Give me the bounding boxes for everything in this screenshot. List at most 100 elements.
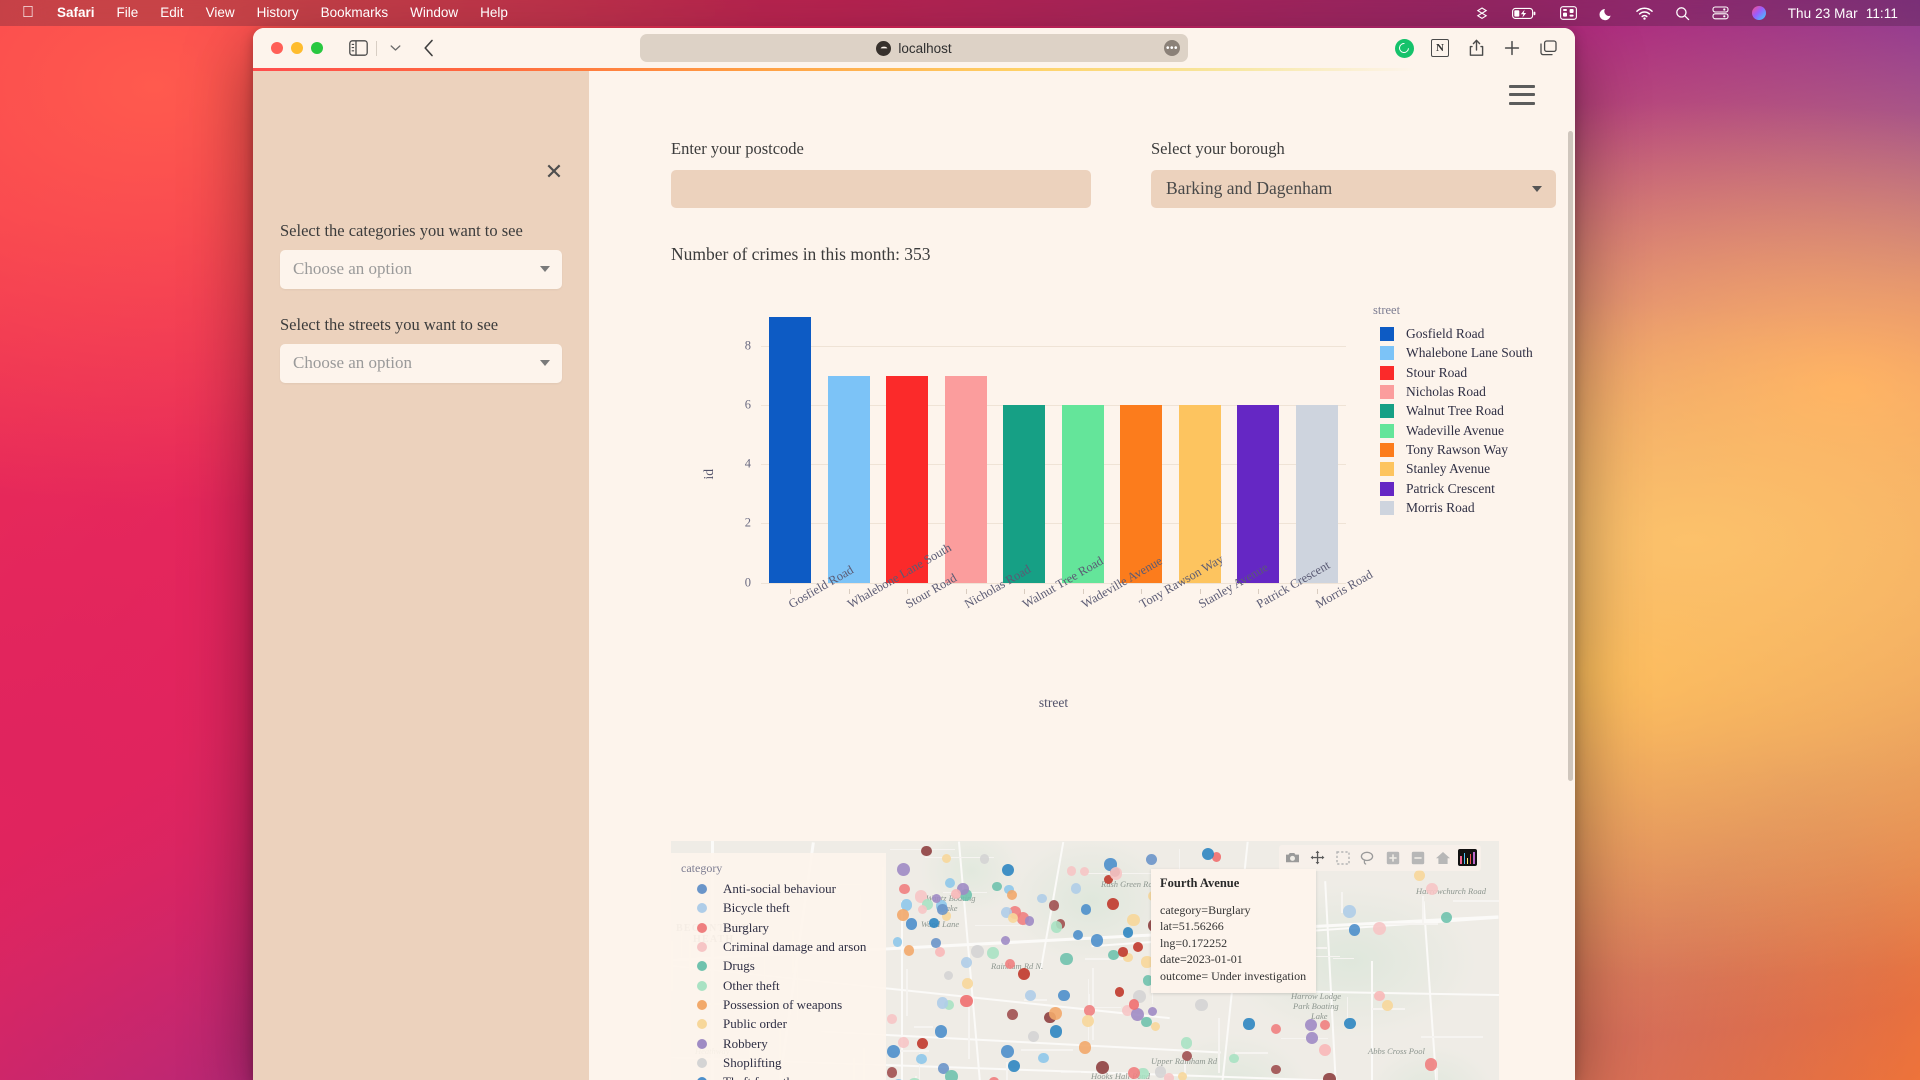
map-legend-item[interactable]: Shoplifting <box>679 1053 878 1072</box>
map-crime-marker[interactable] <box>916 1054 927 1065</box>
map-crime-marker[interactable] <box>932 894 941 903</box>
map-crime-marker[interactable] <box>1058 990 1070 1002</box>
wifi-icon[interactable] <box>1625 7 1664 20</box>
map-legend[interactable]: category Anti-social behaviour Bicycle th… <box>671 853 886 1080</box>
map-crime-marker[interactable] <box>1060 953 1072 965</box>
map-crime-marker[interactable] <box>1441 912 1452 923</box>
map-crime-marker[interactable] <box>1164 1073 1174 1080</box>
lasso-select-icon[interactable] <box>1355 847 1380 869</box>
map-crime-marker[interactable] <box>1382 1000 1393 1011</box>
menu-window[interactable]: Window <box>399 0 469 26</box>
map-crime-marker[interactable] <box>935 1025 948 1038</box>
chart-legend-item[interactable]: Patrick Crescent <box>1371 479 1575 498</box>
box-select-icon[interactable] <box>1330 847 1355 869</box>
map-crime-marker[interactable] <box>944 971 953 980</box>
map-crime-marker[interactable] <box>893 937 902 946</box>
map-crime-marker[interactable] <box>1115 987 1125 997</box>
map-legend-item[interactable]: Drugs <box>679 957 878 976</box>
map-crime-marker[interactable] <box>1018 968 1030 980</box>
address-bar-menu-icon[interactable]: ••• <box>1164 40 1180 56</box>
map-legend-item[interactable]: Bicycle theft <box>679 899 878 918</box>
notion-icon[interactable]: N <box>1429 37 1451 59</box>
map-crime-marker[interactable] <box>971 945 984 958</box>
zoom-out-icon[interactable] <box>1405 847 1430 869</box>
map-crime-marker[interactable] <box>1271 1065 1280 1074</box>
map-crime-marker[interactable] <box>1243 1018 1254 1029</box>
map-crime-marker[interactable] <box>1038 1053 1049 1064</box>
map-crime-marker[interactable] <box>945 1070 958 1080</box>
hamburger-menu-icon[interactable] <box>1509 85 1535 105</box>
map-crime-marker[interactable] <box>887 1045 900 1058</box>
map-crime-marker[interactable] <box>1128 1067 1140 1079</box>
chart-bar[interactable] <box>1003 405 1045 582</box>
postcode-input[interactable] <box>671 170 1091 208</box>
chart-bar[interactable] <box>1237 405 1279 582</box>
map-legend-item[interactable]: Criminal damage and arson <box>679 937 878 956</box>
map-crime-marker[interactable] <box>992 882 1001 891</box>
menu-history[interactable]: History <box>246 0 310 26</box>
menu-safari[interactable]: Safari <box>46 0 106 26</box>
categories-select[interactable]: Choose an option <box>280 250 562 289</box>
map-crime-marker[interactable] <box>897 863 910 876</box>
map-crime-marker[interactable] <box>906 918 918 930</box>
map-crime-marker[interactable] <box>942 854 951 863</box>
close-drawer-button[interactable]: ✕ <box>541 159 567 185</box>
map-crime-marker[interactable] <box>1151 1022 1160 1031</box>
borough-select[interactable]: Barking and Dagenham <box>1151 170 1556 208</box>
menu-bookmarks[interactable]: Bookmarks <box>310 0 400 26</box>
map-crime-marker[interactable] <box>1001 1045 1014 1058</box>
map-crime-marker[interactable] <box>1181 1037 1193 1049</box>
chart-bar[interactable] <box>886 376 928 583</box>
map-legend-item[interactable]: Other theft <box>679 976 878 995</box>
map-crime-marker[interactable] <box>962 978 973 989</box>
map-crime-marker[interactable] <box>961 957 972 968</box>
map-crime-marker[interactable] <box>1373 922 1386 935</box>
map-crime-marker[interactable] <box>1107 898 1119 910</box>
plotly-modebar[interactable] <box>1279 845 1481 871</box>
map-crime-marker[interactable] <box>1123 927 1133 937</box>
camera-icon[interactable] <box>1280 847 1305 869</box>
crime-map[interactable]: Wantz Boating Lake Wood Lane Rush Green Roa… <box>671 841 1499 1080</box>
map-crime-marker[interactable] <box>1051 921 1062 932</box>
map-crime-marker[interactable] <box>1178 1072 1187 1080</box>
chart-legend-item[interactable]: Gosfield Road <box>1371 325 1575 344</box>
map-crime-marker[interactable] <box>1073 930 1083 940</box>
grammarly-icon[interactable] <box>1393 37 1415 59</box>
chart-legend[interactable]: street Gosfield Road Whalebone Lane South… <box>1371 303 1575 518</box>
map-crime-marker[interactable] <box>1091 934 1104 947</box>
map-crime-marker[interactable] <box>1414 870 1425 881</box>
map-crime-marker[interactable] <box>1323 1073 1335 1080</box>
chart-bar[interactable] <box>828 376 870 583</box>
map-crime-marker[interactable] <box>1028 1031 1039 1042</box>
control-center-icon[interactable] <box>1549 6 1588 20</box>
map-crime-marker[interactable] <box>1182 1051 1192 1061</box>
map-crime-marker[interactable] <box>917 1038 928 1049</box>
map-crime-marker[interactable] <box>887 1067 898 1078</box>
menu-file[interactable]: File <box>106 0 150 26</box>
chart-bar[interactable] <box>1296 405 1338 582</box>
map-crime-marker[interactable] <box>1049 1007 1062 1020</box>
minimize-window-button[interactable] <box>291 42 303 54</box>
chart-legend-item[interactable]: Stour Road <box>1371 363 1575 382</box>
map-crime-marker[interactable] <box>1319 1044 1331 1056</box>
map-crime-marker[interactable] <box>887 1014 897 1024</box>
map-crime-marker[interactable] <box>1141 1017 1151 1027</box>
map-crime-marker[interactable] <box>1148 1007 1157 1016</box>
map-crime-marker[interactable] <box>1037 894 1046 903</box>
map-crime-marker[interactable] <box>899 884 909 894</box>
menu-edit[interactable]: Edit <box>149 0 194 26</box>
maximize-window-button[interactable] <box>311 42 323 54</box>
map-crime-marker[interactable] <box>1007 1009 1018 1020</box>
battery-charging-icon[interactable] <box>1501 7 1549 20</box>
map-crime-marker[interactable] <box>904 945 915 956</box>
map-crime-marker[interactable] <box>951 889 961 899</box>
reset-home-icon[interactable] <box>1430 847 1455 869</box>
chevron-down-icon[interactable] <box>382 36 408 60</box>
map-crime-marker[interactable] <box>1271 1024 1281 1034</box>
menu-view[interactable]: View <box>195 0 246 26</box>
menu-help[interactable]: Help <box>469 0 519 26</box>
new-tab-icon[interactable] <box>1501 37 1523 59</box>
map-crime-marker[interactable] <box>937 997 948 1008</box>
map-crime-marker[interactable] <box>929 918 938 927</box>
map-crime-marker[interactable] <box>1320 1020 1330 1030</box>
